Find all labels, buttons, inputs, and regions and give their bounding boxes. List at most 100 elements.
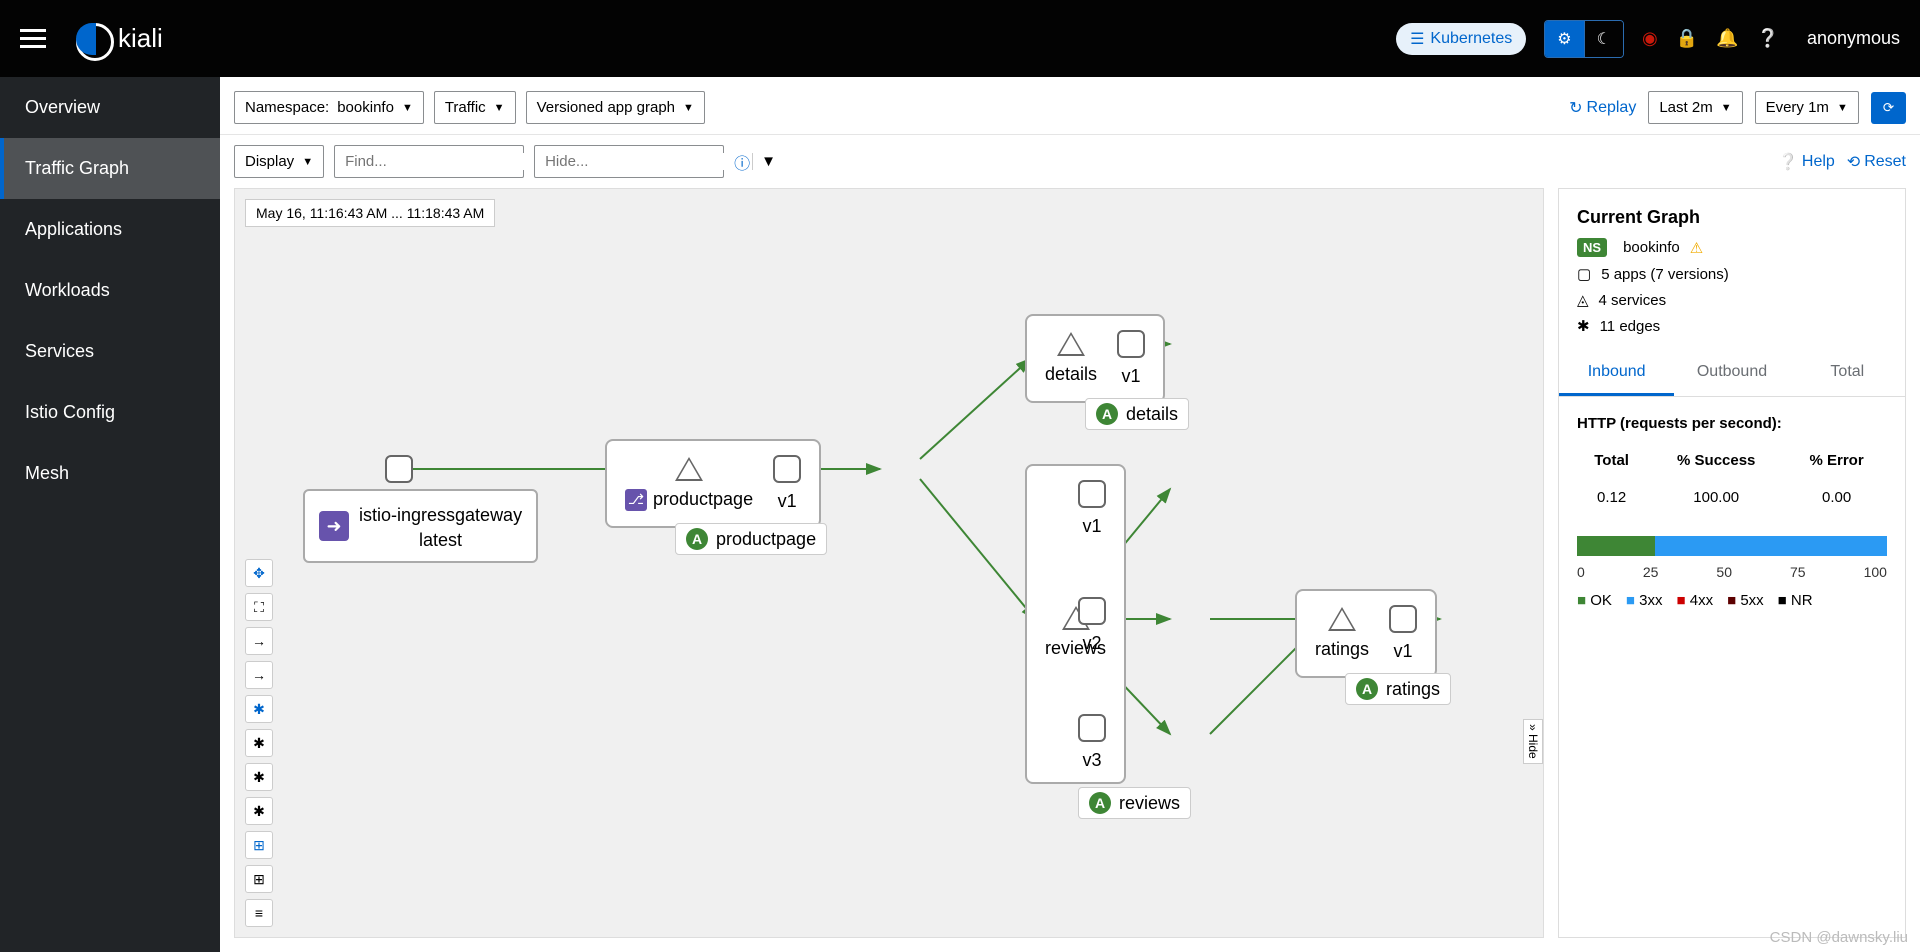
time-range-select[interactable]: Last 2m ▼ (1648, 91, 1742, 124)
http-header: HTTP (requests per second): (1577, 415, 1887, 432)
hide-history-toggle[interactable]: ▼ (752, 153, 776, 170)
sidebar-item-istio-config[interactable]: Istio Config (0, 382, 220, 443)
help-icon[interactable]: ❔ (1757, 28, 1779, 49)
bell-icon[interactable]: 🔔 (1716, 28, 1738, 49)
ns-name[interactable]: bookinfo (1623, 239, 1680, 256)
workload-square-icon (1078, 714, 1106, 742)
tab-outbound[interactable]: Outbound (1674, 351, 1789, 396)
details-node[interactable]: details v1 (1025, 314, 1165, 403)
http-bar-chart: 0255075100 OK 3xx 4xx 5xx NR (1577, 536, 1887, 609)
refresh-interval-select[interactable]: Every 1m ▼ (1755, 91, 1859, 124)
panel-toggle[interactable]: » Hide (1523, 719, 1543, 764)
ratings-app-label: ratings (1386, 679, 1440, 700)
details-v1-label: v1 (1122, 366, 1141, 387)
user-label[interactable]: anonymous (1797, 28, 1900, 49)
hide-input[interactable] (545, 153, 744, 170)
toolbar-top: Namespace: bookinfo ▼ Traffic ▼ Versione… (220, 77, 1920, 135)
reviews-node[interactable]: reviews v1 v2 v3 (1025, 464, 1126, 784)
layout-1-button[interactable]: → (245, 627, 273, 655)
productpage-v1-label: v1 (778, 491, 797, 512)
productpage-service-label: productpage (653, 489, 753, 510)
sidebar-item-overview[interactable]: Overview (0, 77, 220, 138)
caret-down-icon: ▼ (1721, 102, 1732, 114)
help-link[interactable]: ❔Help (1778, 152, 1835, 172)
tab-total[interactable]: Total (1790, 351, 1905, 396)
gateway-version: latest (359, 530, 522, 551)
main-content: Namespace: bookinfo ▼ Traffic ▼ Versione… (220, 77, 1920, 952)
reviews-app-label: reviews (1119, 793, 1180, 814)
traffic-label: Traffic (445, 99, 486, 116)
graph-canvas[interactable]: May 16, 11:16:43 AM ... 11:18:43 AM (234, 188, 1544, 938)
namespace-select[interactable]: Namespace: bookinfo ▼ (234, 91, 424, 124)
reset-icon: ⟲ (1847, 152, 1860, 172)
reviews-v1-label: v1 (1083, 516, 1102, 537)
table-row: 0.12 100.00 0.00 (1577, 479, 1887, 516)
td-success: 100.00 (1646, 479, 1786, 516)
replay-icon: ↻ (1569, 98, 1582, 118)
info-icon[interactable]: ⓘ (734, 150, 750, 174)
app-badge-icon: A (1096, 403, 1118, 425)
graph-type-select[interactable]: Versioned app graph ▼ (526, 91, 705, 124)
productpage-app-tag[interactable]: Aproductpage (675, 523, 827, 555)
workload-square-icon (1078, 480, 1106, 508)
app-header: kiali ☰ Kubernetes ⚙ ☾ ◉ 🔒 🔔 ❔ anonymous (0, 0, 1920, 77)
settings-button[interactable]: ⚙ (1545, 21, 1583, 57)
service-triangle-icon (1328, 607, 1356, 631)
ratings-v1-label: v1 (1394, 641, 1413, 662)
record-icon[interactable]: ◉ (1642, 28, 1658, 49)
graph-layout-button[interactable]: ✱ (245, 695, 273, 723)
edges-icon: ✱ (1577, 317, 1590, 335)
sidebar-item-mesh[interactable]: Mesh (0, 443, 220, 504)
sidebar-item-services[interactable]: Services (0, 321, 220, 382)
ratings-app-tag[interactable]: Aratings (1345, 673, 1451, 705)
chart-axis: 0255075100 (1577, 564, 1887, 580)
lock-icon[interactable]: 🔒 (1676, 28, 1698, 49)
menu-toggle-icon[interactable] (20, 29, 46, 48)
layout-4-button[interactable]: ✱ (245, 763, 273, 791)
th-error: % Error (1786, 442, 1887, 479)
sidebar-item-applications[interactable]: Applications (0, 199, 220, 260)
td-total: 0.12 (1577, 479, 1646, 516)
details-app-tag[interactable]: Adetails (1085, 398, 1189, 430)
brand-logo[interactable]: kiali (76, 23, 163, 55)
time-range-label: Last 2m (1659, 99, 1712, 116)
cluster-pill[interactable]: ☰ Kubernetes (1396, 23, 1526, 55)
refresh-button[interactable]: ⟳ (1871, 92, 1906, 124)
sidebar-item-workloads[interactable]: Workloads (0, 260, 220, 321)
productpage-node[interactable]: ⎇ productpage v1 (605, 439, 821, 528)
find-input[interactable] (345, 153, 544, 170)
layout-2-button[interactable]: → (245, 661, 273, 689)
th-total: Total (1577, 442, 1646, 479)
caret-down-icon: ▼ (683, 102, 694, 114)
virtualservice-icon: ⎇ (625, 489, 647, 511)
reviews-v3-label: v3 (1083, 750, 1102, 771)
layout-5-button[interactable]: ✱ (245, 797, 273, 825)
warning-icon[interactable]: ⚠ (1690, 239, 1703, 257)
display-label: Display (245, 153, 294, 170)
display-select[interactable]: Display ▼ (234, 145, 324, 178)
namespace-label: Namespace: (245, 99, 329, 116)
apps-icon: ▢ (1577, 265, 1591, 283)
layout-3-button[interactable]: ✱ (245, 729, 273, 757)
legend-button[interactable]: ≡ (245, 899, 273, 927)
replay-link[interactable]: ↻Replay (1569, 98, 1636, 118)
side-panel: Current Graph NS bookinfo ⚠ ▢5 apps (7 v… (1558, 188, 1906, 938)
gateway-node[interactable]: ➜ istio-ingressgateway latest (303, 489, 538, 563)
dark-mode-button[interactable]: ☾ (1584, 21, 1623, 57)
sidebar-item-traffic-graph[interactable]: Traffic Graph (0, 138, 220, 199)
cluster-box-button[interactable]: ⊞ (245, 865, 273, 893)
drag-mode-button[interactable]: ✥ (245, 559, 273, 587)
apps-count: 5 apps (7 versions) (1601, 266, 1729, 283)
workload-square-icon (1389, 605, 1417, 633)
watermark: CSDN @dawnsky.liu (1770, 929, 1908, 946)
graph-type-label: Versioned app graph (537, 99, 675, 116)
service-triangle-icon (1057, 332, 1085, 356)
fit-button[interactable]: ⛶ (245, 593, 273, 621)
tab-inbound[interactable]: Inbound (1559, 351, 1674, 396)
gateway-node-icon[interactable] (385, 455, 413, 483)
ratings-node[interactable]: ratings v1 (1295, 589, 1437, 678)
reset-link[interactable]: ⟲Reset (1847, 152, 1906, 172)
namespace-box-button[interactable]: ⊞ (245, 831, 273, 859)
traffic-select[interactable]: Traffic ▼ (434, 91, 516, 124)
reviews-app-tag[interactable]: Areviews (1078, 787, 1191, 819)
